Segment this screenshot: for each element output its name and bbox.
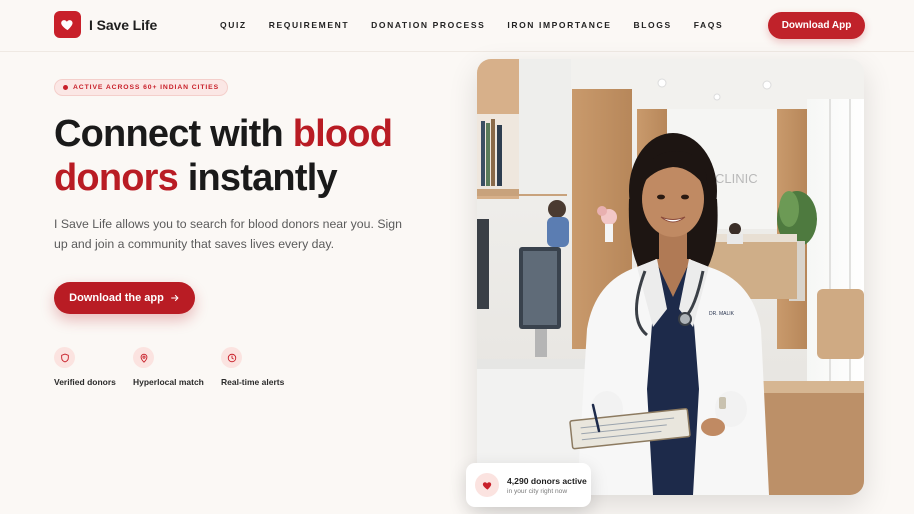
main-nav: QUIZ REQUIREMENT DONATION PROCESS IRON I… — [220, 20, 723, 30]
headline-text-2: instantly — [177, 157, 338, 199]
feature-label: Hyperlocal match — [133, 377, 204, 387]
feature-real-time-alerts: Real-time alerts — [221, 347, 284, 387]
hero-headline: Connect with blood donors instantly — [54, 112, 454, 200]
badge-dot-icon — [63, 85, 68, 90]
active-donors-subtitle: in your city right now — [507, 487, 568, 495]
feature-label: Verified donors — [54, 377, 116, 387]
download-app-button[interactable]: Download App — [768, 12, 865, 39]
feature-hyperlocal-match: Hyperlocal match — [133, 347, 204, 387]
brand-name: I Save Life — [89, 16, 158, 33]
download-the-app-button[interactable]: Download the app — [54, 282, 195, 314]
badge-text: ACTIVE ACROSS 60+ INDIAN CITIES — [73, 84, 220, 91]
heart-icon — [54, 11, 81, 38]
shield-icon — [54, 347, 75, 368]
stat-card-text: 4,290 donors active in your city right n… — [507, 476, 587, 495]
headline-accent-2: donors — [54, 157, 179, 199]
nav-link-requirement[interactable]: REQUIREMENT — [269, 20, 349, 30]
brand-logo[interactable]: I Save Life — [54, 11, 157, 38]
active-donors-card: 4,290 donors active in your city right n… — [466, 463, 591, 507]
nav-link-blogs[interactable]: BLOGS — [634, 20, 672, 30]
cta-label: Download the app — [69, 292, 164, 304]
headline-text-1: Connect with — [54, 113, 293, 155]
nav-link-quiz[interactable]: QUIZ — [220, 20, 247, 30]
arrow-right-icon — [170, 294, 179, 302]
nav-link-donation-process[interactable]: DONATION PROCESS — [371, 20, 485, 30]
feature-verified-donors: Verified donors — [54, 347, 116, 387]
hero-doctor-photo: CLINIC DR. MALIK — [477, 59, 864, 495]
active-donors-count: 4,290 donors active — [507, 475, 587, 486]
headline-accent-1: blood — [292, 113, 393, 155]
heart-icon — [475, 473, 499, 497]
nav-link-faqs[interactable]: FAQS — [694, 20, 724, 30]
nav-link-iron-importance[interactable]: IRON IMPORTANCE — [507, 20, 611, 30]
coat-tag-text: DR. MALIK — [709, 311, 735, 317]
map-pin-icon — [133, 347, 154, 368]
top-navbar: I Save Life QUIZ REQUIREMENT DONATION PR… — [0, 0, 914, 52]
wall-sign-text: CLINIC — [715, 171, 758, 186]
coverage-badge: ACTIVE ACROSS 60+ INDIAN CITIES — [54, 79, 229, 96]
feature-label: Real-time alerts — [221, 377, 285, 387]
hero-description: I Save Life allows you to search for blo… — [54, 217, 402, 251]
clock-icon — [221, 347, 242, 368]
